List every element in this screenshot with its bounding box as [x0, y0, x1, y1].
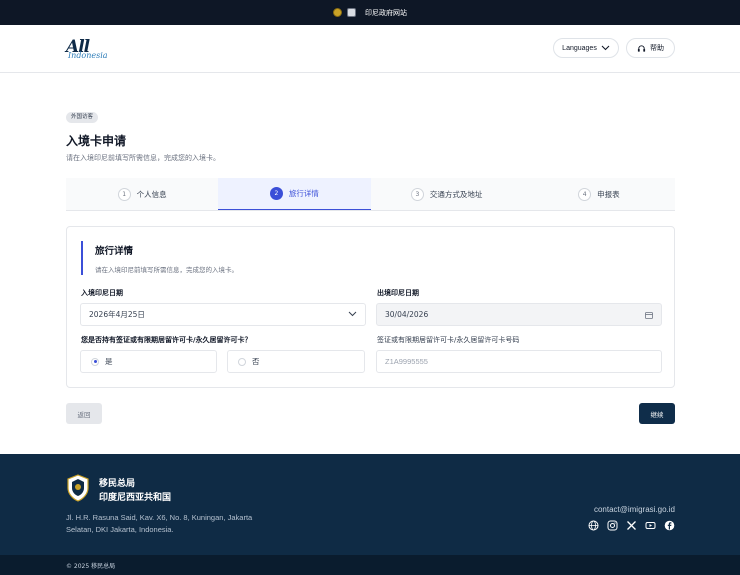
- site-header: All Indonesia Languages 帮助: [0, 25, 740, 73]
- departure-date-value: 30/04/2026: [385, 310, 429, 319]
- immigration-emblem-icon: [347, 8, 356, 17]
- yes-label: 是: [105, 357, 113, 366]
- facebook-icon[interactable]: [664, 520, 675, 531]
- departure-date-label: 出境印尼日期: [377, 289, 419, 297]
- step-label: 旅行详情: [288, 189, 319, 198]
- instagram-icon[interactable]: [607, 520, 618, 531]
- no-label: 否: [252, 357, 260, 366]
- section-subtitle: 请在入境印尼前填写所需信息，完成您的入境卡。: [95, 266, 238, 274]
- immigration-shield-icon: [67, 474, 89, 502]
- section-header: 旅行详情 请在入境印尼前填写所需信息，完成您的入境卡。: [81, 241, 281, 275]
- step-travel-details[interactable]: 2 旅行详情: [218, 178, 371, 210]
- visitor-type-badge: 外国访客: [66, 112, 99, 123]
- copyright-text: © 2025 移民总局: [66, 563, 116, 570]
- back-button[interactable]: 返回: [66, 403, 102, 424]
- step-number: 4: [578, 187, 592, 201]
- arrival-date-value: 2026年4月25日: [89, 310, 145, 319]
- step-number: 1: [117, 187, 131, 201]
- globe-icon[interactable]: [588, 520, 599, 531]
- step-declaration[interactable]: 4 申报表: [523, 178, 675, 210]
- chevron-down-icon: [601, 45, 610, 51]
- footer-bottom-bar: © 2025 移民总局: [0, 555, 740, 575]
- chevron-down-icon: [348, 311, 357, 317]
- visa-question-label: 您是否持有签证或有限期居留许可卡/永久居留许可卡？: [81, 336, 252, 344]
- footer-address: Jl. H.R. Rasuna Said, Kav. X6, No. 8, Ku…: [66, 513, 253, 534]
- arrival-date-label: 入境印尼日期: [81, 289, 123, 297]
- visa-number-label: 签证或有限期居留许可卡/永久居留许可卡号码: [377, 336, 520, 344]
- languages-button[interactable]: Languages: [553, 38, 619, 58]
- help-label: 帮助: [650, 44, 664, 52]
- radio-no[interactable]: [238, 357, 246, 366]
- step-transport-address[interactable]: 3 交通方式及地址: [371, 178, 523, 210]
- headset-icon: [637, 44, 646, 52]
- calendar-icon[interactable]: [645, 311, 653, 319]
- contact-email-link[interactable]: contact@imigrasi.go.id: [594, 505, 675, 514]
- arrival-date-select[interactable]: 2026年4月25日: [80, 303, 366, 326]
- continue-button[interactable]: 继续: [639, 403, 675, 424]
- youtube-icon[interactable]: [645, 520, 656, 531]
- org-name-line2: 印度尼西亚共和国: [99, 493, 172, 503]
- step-label: 个人信息: [136, 189, 167, 199]
- site-footer: 移民总局 印度尼西亚共和国 Jl. H.R. Rasuna Said, Kav.…: [0, 454, 740, 555]
- languages-label: Languages: [562, 44, 597, 52]
- step-personal-info[interactable]: 1 个人信息: [66, 178, 218, 210]
- visa-number-input[interactable]: [376, 350, 662, 373]
- social-links: [588, 520, 675, 531]
- radio-yes[interactable]: [91, 357, 99, 366]
- x-icon[interactable]: [626, 520, 637, 531]
- logo-sub-text: Indonesia: [68, 51, 108, 60]
- visa-no-option[interactable]: 否: [227, 350, 365, 373]
- step-label: 申报表: [597, 189, 620, 199]
- org-name-line1: 移民总局: [99, 479, 136, 489]
- form-stepper: 1 个人信息 2 旅行详情 3 交通方式及地址 4 申报表: [66, 178, 675, 211]
- all-indonesia-logo[interactable]: All Indonesia: [66, 37, 126, 63]
- page-title: 入境卡申请: [66, 134, 127, 148]
- page-subtitle: 请在入境印尼前填写所需信息，完成您的入境卡。: [66, 154, 220, 162]
- travel-details-card: 旅行详情 请在入境印尼前填写所需信息，完成您的入境卡。 入境印尼日期 2026年…: [66, 226, 675, 388]
- step-number: 3: [410, 187, 424, 201]
- garuda-emblem-icon: [333, 8, 342, 17]
- visa-yes-option[interactable]: 是: [80, 350, 217, 373]
- gov-site-label[interactable]: 印尼政府网站: [365, 8, 407, 18]
- step-label: 交通方式及地址: [429, 189, 483, 199]
- help-button[interactable]: 帮助: [626, 38, 675, 58]
- departure-date-input[interactable]: 30/04/2026: [376, 303, 662, 326]
- step-number: 2: [269, 187, 283, 200]
- gov-topbar: 印尼政府网站: [0, 0, 740, 25]
- section-title: 旅行详情: [95, 246, 134, 257]
